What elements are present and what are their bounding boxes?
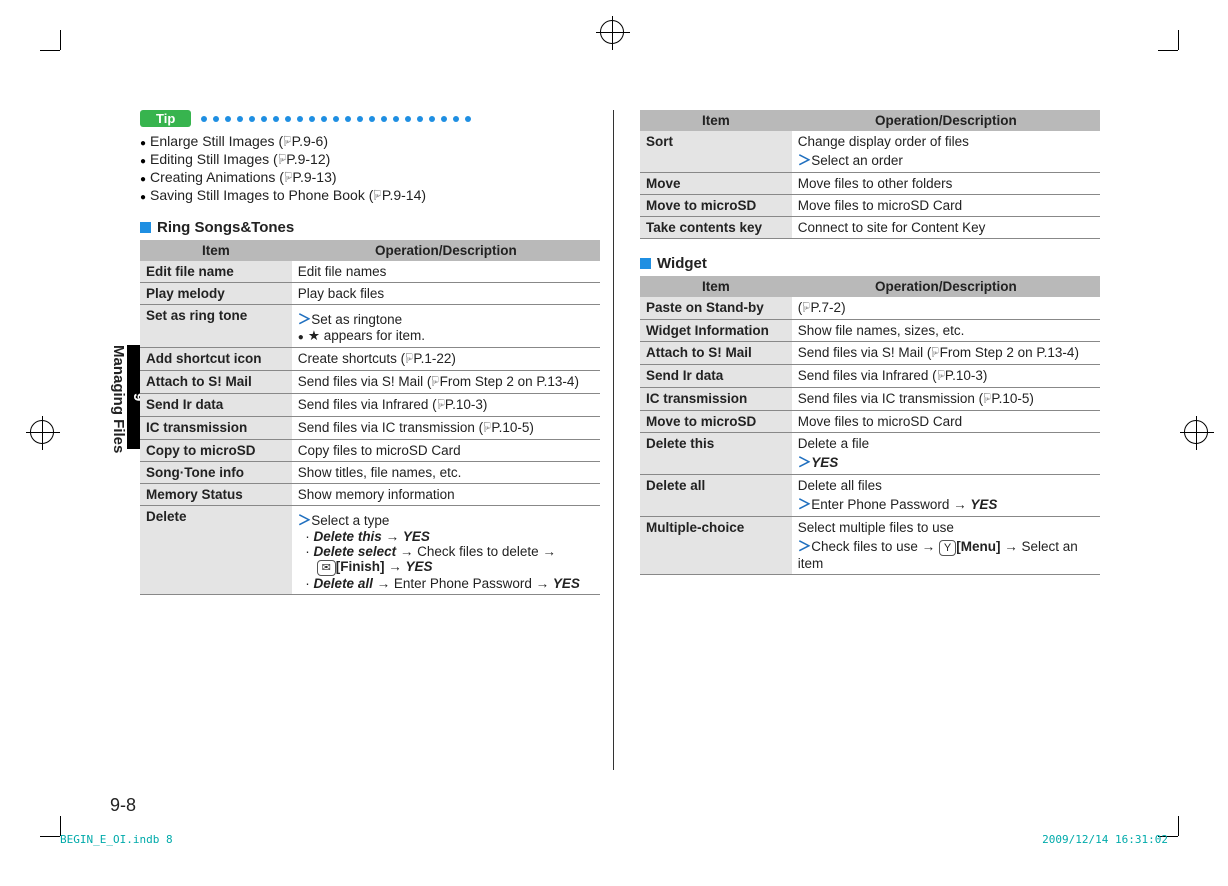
register-mark [30,420,54,444]
right-column: Item Operation/Description Sort Change d… [640,110,1100,595]
widget-table: Item Operation/Description Paste on Stan… [640,276,1100,575]
cropmark [40,30,80,70]
table-row: Delete this Delete a file＞YES [640,433,1100,475]
col-head-item: Item [140,240,292,261]
chapter-label: Managing Files [110,345,127,453]
table-row: Widget InformationShow file names, sizes… [640,320,1100,342]
section-title: Ring Songs&Tones [157,219,294,236]
table-row: Move to microSDMove files to microSD Car… [640,195,1100,217]
table-row: Set as ring tone ＞Set as ringtone ★ appe… [140,305,600,348]
table-row: Delete all Delete all files＞Enter Phone … [640,475,1100,517]
table-row: MoveMove files to other folders [640,173,1100,195]
register-mark [600,20,624,44]
table-row: Copy to microSDCopy files to microSD Car… [140,440,600,462]
col-head-op: Operation/Description [792,276,1100,297]
footer-left: BEGIN_E_OI.indb 8 [60,833,173,846]
tip-item: Creating Animations (☟P.9-13) [140,169,600,187]
section-bullet-icon [640,258,651,269]
tip-dots [201,116,471,122]
tip-item: Enlarge Still Images (☟P.9-6) [140,133,600,151]
section-title: Widget [657,255,707,272]
table-row: Multiple-choice Select multiple files to… [640,517,1100,575]
table-row: Send Ir data Send files via Infrared (☟P… [640,365,1100,388]
footer-right: 2009/12/14 16:31:02 [1042,833,1168,846]
y-key-icon: Y [939,540,956,556]
table-row: Memory StatusShow memory information [140,484,600,506]
col-head-item: Item [640,276,792,297]
table-row: Attach to S! Mail Send files via S! Mail… [640,342,1100,365]
tip-list: Enlarge Still Images (☟P.9-6) Editing St… [140,133,600,205]
footer: BEGIN_E_OI.indb 8 2009/12/14 16:31:02 [60,833,1168,846]
table-row: Song·Tone infoShow titles, file names, e… [140,462,600,484]
table-row: Sort Change display order of files＞Selec… [640,131,1100,173]
table-row: Edit file nameEdit file names [140,261,600,283]
tip-item: Editing Still Images (☟P.9-12) [140,151,600,169]
page-ref-icon: ☟ [284,170,293,187]
table-row: IC transmission Send files via IC transm… [640,388,1100,411]
col-head-op: Operation/Description [792,110,1100,131]
register-mark [1184,420,1208,444]
tip-item: Saving Still Images to Phone Book (☟P.9-… [140,187,600,205]
table-row: Add shortcut icon Create shortcuts (☟P.1… [140,348,600,371]
page-number: 9-8 [110,795,136,816]
page-ref-icon: ☟ [278,152,287,169]
mail-key-icon: ✉ [317,560,336,576]
page-ref-icon: ☟ [373,188,382,205]
table-row: Paste on Stand-by (☟P.7-2) [640,297,1100,320]
cropmark [1158,30,1198,70]
ring-songs-table: Item Operation/Description Edit file nam… [140,240,600,595]
section-bullet-icon [140,222,151,233]
table-row: Play melodyPlay back files [140,283,600,305]
table-row: Move to microSDMove files to microSD Car… [640,411,1100,433]
table-row: IC transmission Send files via IC transm… [140,417,600,440]
left-column: Tip Enlarge Still Images (☟P.9-6) Editin… [140,110,600,595]
table-row: Send Ir data Send files via Infrared (☟P… [140,394,600,417]
right-top-table: Item Operation/Description Sort Change d… [640,110,1100,239]
table-row: Take contents keyConnect to site for Con… [640,217,1100,239]
col-head-item: Item [640,110,792,131]
table-row: Attach to S! Mail Send files via S! Mail… [140,371,600,394]
page-ref-icon: ☟ [283,134,292,151]
col-head-op: Operation/Description [292,240,600,261]
tip-badge: Tip [140,110,191,127]
table-row: Delete ＞Select a type · Delete this → YE… [140,506,600,595]
